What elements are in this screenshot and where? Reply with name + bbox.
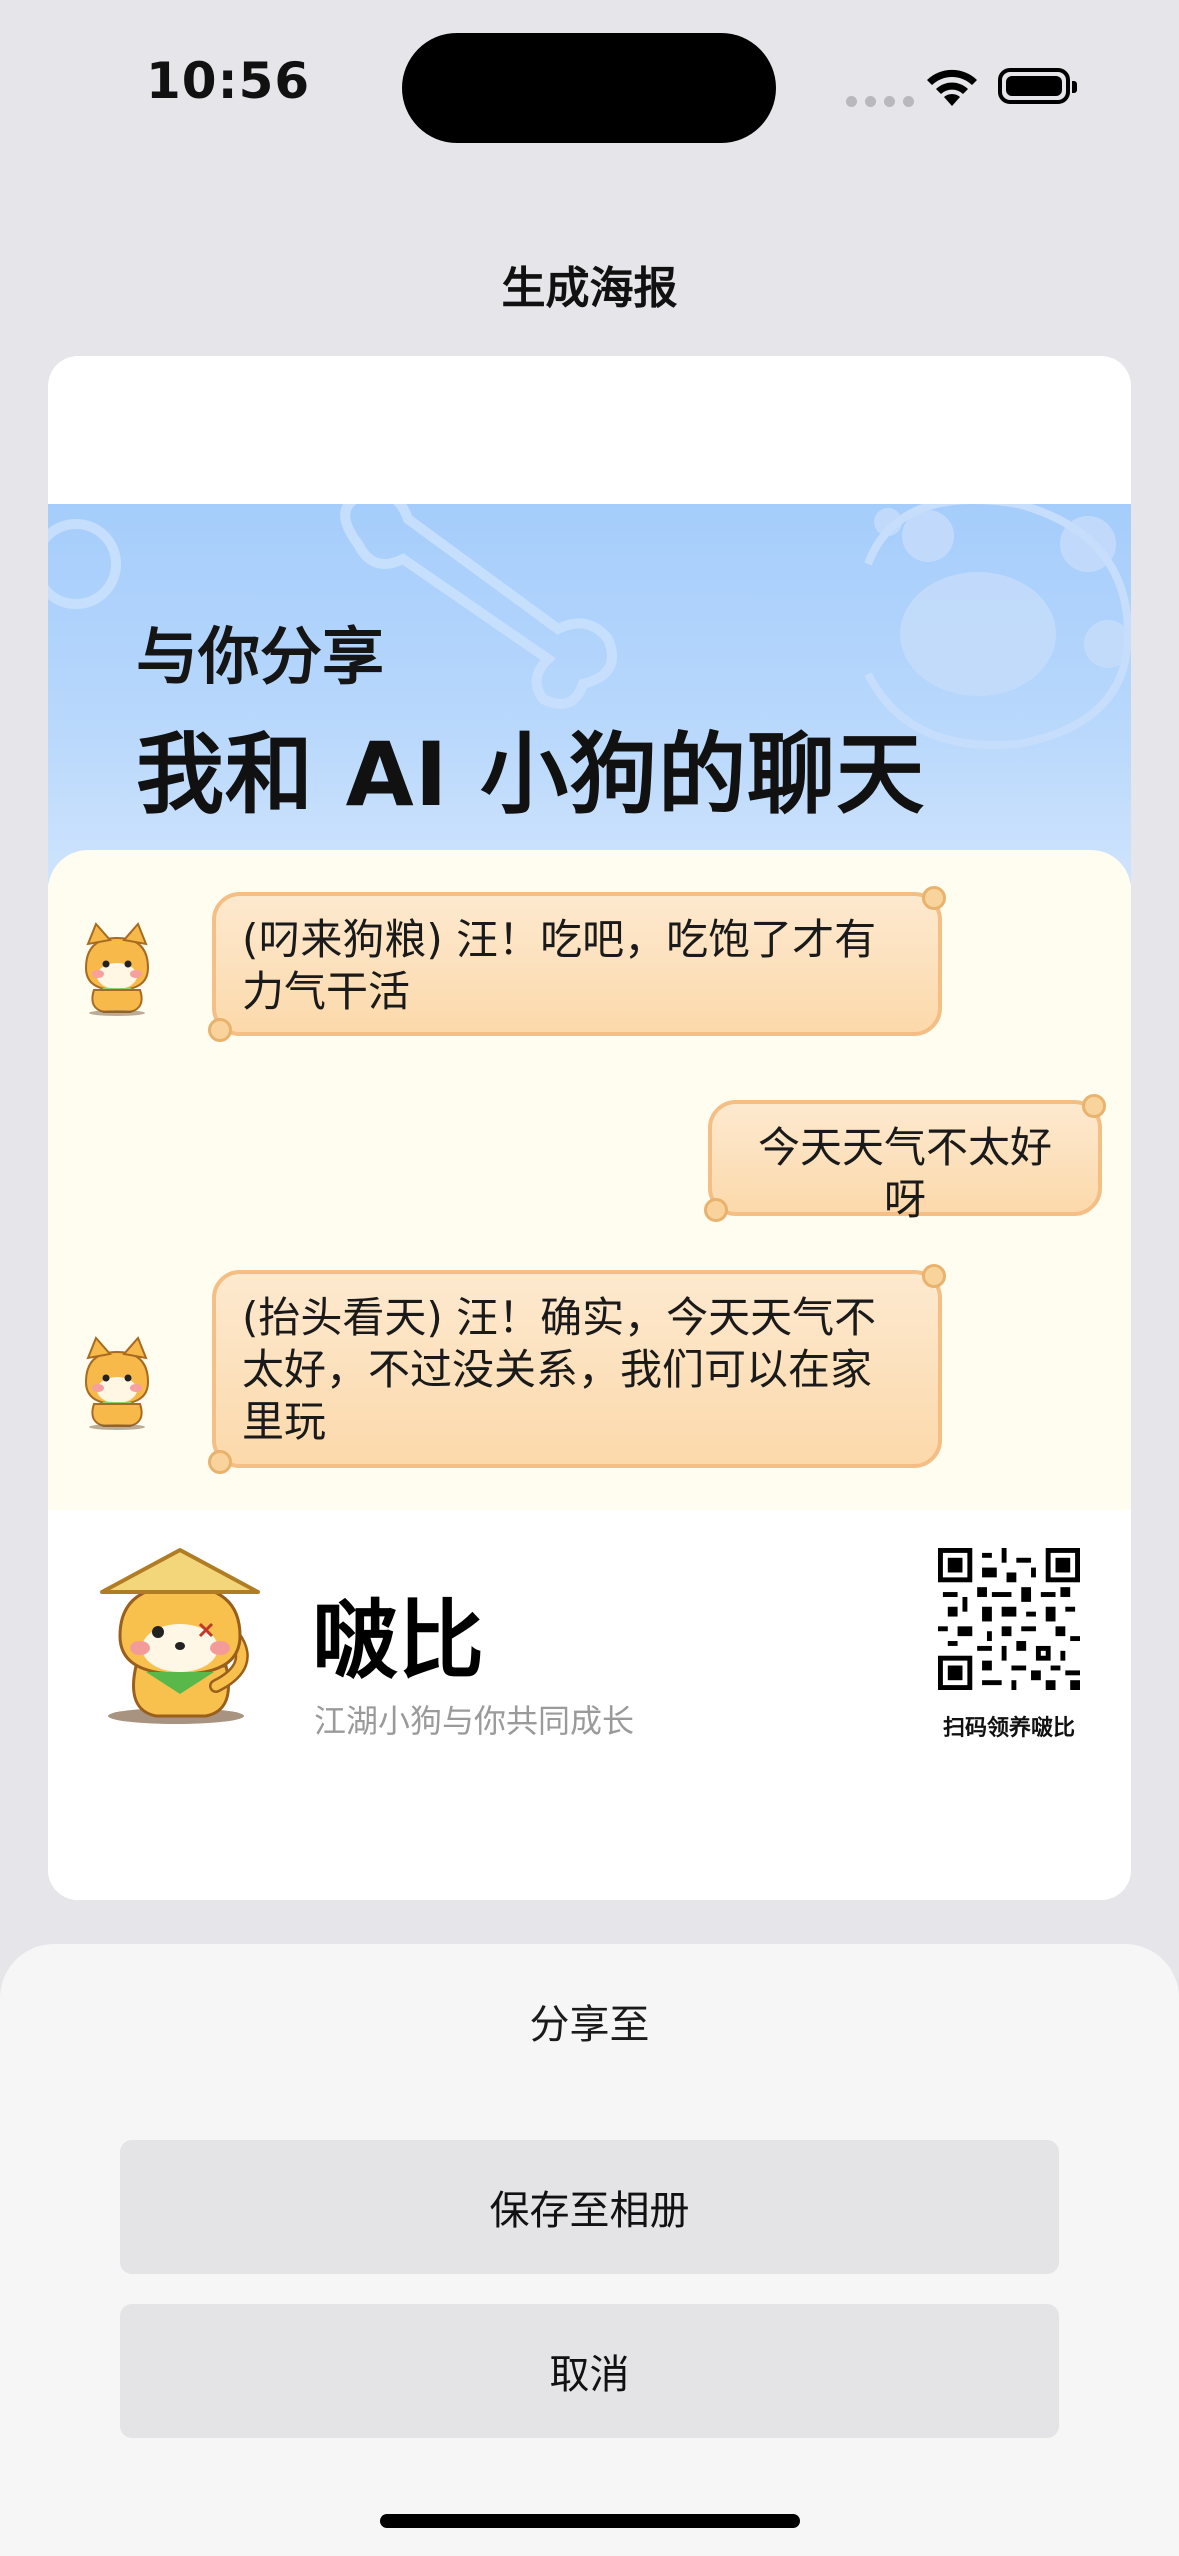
cancel-button[interactable]: 取消 (120, 2304, 1059, 2438)
qr-caption: 扫码领养啵比 (942, 1716, 1075, 1741)
save-to-album-button[interactable]: 保存至相册 (120, 2140, 1059, 2274)
status-time: 10:56 (146, 52, 311, 110)
chat-bubble-pet: (抬头看天) 汪！确实，今天天气不太好，不过没关系，我们可以在家里玩 (208, 1264, 946, 1474)
share-sheet-title: 分享至 (529, 2002, 650, 2048)
poster-header: 与你分享 我和 AI 小狗的聊天 (48, 504, 1131, 884)
chat-bubble-user: 今天天气不太好呀 (704, 1094, 1106, 1224)
share-headline: 我和 AI 小狗的聊天 (136, 723, 926, 826)
pet-name: 啵比 (312, 1591, 484, 1691)
message-text: 今天天气不太好呀 (757, 1123, 1052, 1224)
pet-avatar-icon (84, 922, 150, 1016)
chat-area: (叼来狗粮) 汪！吃吧，吃饱了才有力气干活 今天天气不太好呀 (抬头看天) 汪！… (48, 850, 1131, 1510)
dog-mascot-icon (100, 1548, 260, 1724)
wifi-icon (927, 69, 977, 106)
poster-footer: 啵比 江湖小狗与你共同成长 扫码领养啵比 (48, 1510, 1131, 1900)
message-text: (抬头看天) 汪！确实，今天天气不太好，不过没关系，我们可以在家里玩 (242, 1293, 877, 1446)
bubble-dot-icon (922, 1264, 946, 1288)
page-title: 生成海报 (501, 263, 678, 314)
battery-icon (998, 68, 1077, 104)
bubble-dot-icon (704, 1198, 728, 1222)
poster-card: 与你分享 我和 AI 小狗的聊天 (叼来狗粮) 汪！吃吧，吃饱了才有力气干活 今… (48, 356, 1131, 1900)
pet-slogan: 江湖小狗与你共同成长 (314, 1702, 635, 1740)
home-indicator[interactable] (380, 2514, 800, 2528)
bubble-dot-icon (922, 886, 946, 910)
message-text: (叼来狗粮) 汪！吃吧，吃饱了才有力气干活 (242, 915, 877, 1016)
chat-bubble-pet: (叼来狗粮) 汪！吃吧，吃饱了才有力气干活 (208, 886, 946, 1042)
share-sheet: 分享至 保存至相册 取消 (0, 1944, 1179, 2556)
bubble-dot-icon (1082, 1094, 1106, 1118)
bubble-dot-icon (208, 1018, 232, 1042)
share-subtitle: 与你分享 (136, 620, 385, 693)
cellular-signal-icon (846, 96, 914, 107)
qr-code (938, 1548, 1080, 1690)
bubble-dot-icon (208, 1450, 232, 1474)
dynamic-island (402, 33, 776, 143)
pet-avatar-icon (84, 1336, 150, 1430)
